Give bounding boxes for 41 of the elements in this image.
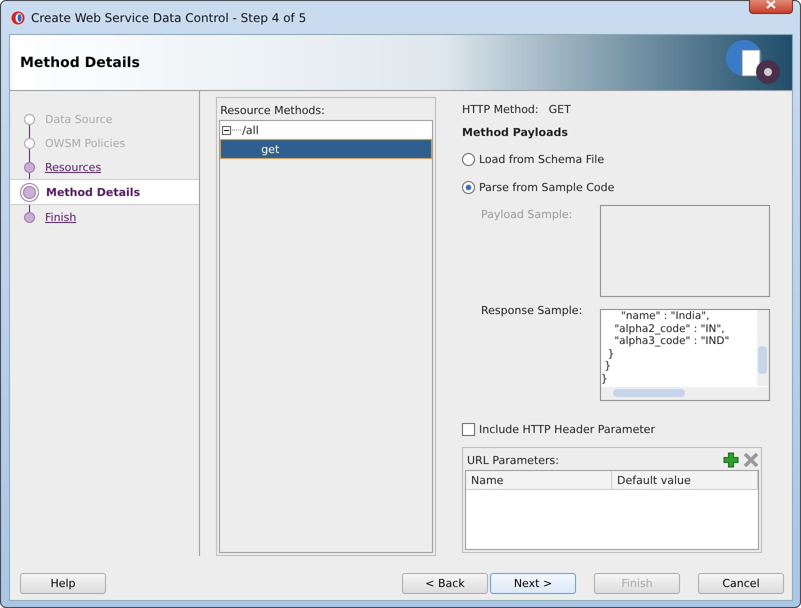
radio-button[interactable] — [462, 180, 475, 194]
radio-option[interactable]: Load from Schema File — [462, 145, 770, 173]
dialog-button[interactable]: < Back — [402, 572, 488, 594]
dialog-button[interactable]: Next > — [490, 572, 576, 594]
close-icon — [766, 0, 776, 9]
column-header[interactable]: Default value — [612, 471, 758, 489]
app-logo-icon — [11, 10, 25, 24]
collapse-icon — [222, 126, 232, 134]
window-title: Create Web Service Data Control - Step 4 of 5 — [31, 10, 306, 24]
payload-sample-field[interactable] — [600, 205, 770, 297]
code-line: "name" : "India", — [620, 310, 710, 322]
code-line: } — [601, 372, 609, 385]
response-sample-field[interactable]: "name" : "India", "alpha2_code" : "IN", "alpha3_code" : "IND" } } } — [600, 309, 770, 401]
vertical-scrollbar[interactable] — [757, 310, 769, 386]
payload-sample-label: Payload Sample: — [480, 207, 574, 223]
tree-node[interactable]: /all — [220, 121, 432, 139]
code-line: "alpha3_code" : "IND" — [613, 335, 730, 348]
resource-methods-label: Resource Methods: — [219, 103, 326, 119]
radio-button[interactable] — [462, 152, 475, 166]
code-line: } — [603, 360, 612, 372]
checkbox[interactable] — [462, 422, 475, 436]
step-item[interactable]: Resources — [10, 155, 200, 179]
add-icon[interactable] — [723, 452, 739, 468]
dialog-button[interactable]: Cancel — [698, 572, 784, 594]
checkbox-option[interactable]: Include HTTP Header Parameter — [462, 415, 770, 443]
url-parameters-label: URL Parameters: — [467, 454, 559, 466]
step-item[interactable]: Finish — [10, 205, 200, 229]
http-method-value: GET — [548, 103, 571, 117]
section-title: Method Payloads — [462, 126, 569, 139]
http-method-label: HTTP Method: — [462, 103, 539, 117]
response-sample-label: Response Sample: — [480, 303, 584, 319]
horizontal-scrollbar[interactable] — [601, 387, 769, 400]
column-header[interactable]: Name — [466, 471, 612, 489]
code-line: } — [606, 348, 616, 360]
tree-node[interactable]: get — [220, 139, 432, 159]
dialog-button[interactable]: Help — [20, 572, 106, 594]
radio-option[interactable]: Parse from Sample Code — [462, 173, 770, 201]
page-title: Method Details — [20, 54, 140, 70]
step-item[interactable]: Method Details — [10, 179, 200, 205]
code-line: "alpha2_code" : "IN", — [613, 322, 726, 335]
close-button[interactable] — [749, 0, 793, 14]
